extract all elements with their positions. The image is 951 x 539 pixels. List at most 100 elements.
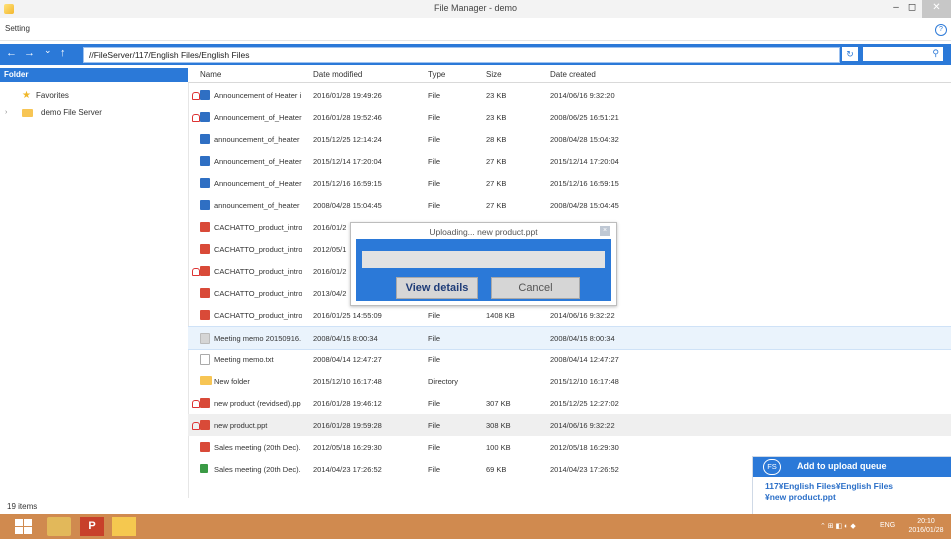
menu-setting[interactable]: Setting xyxy=(5,24,30,33)
column-header-date[interactable]: Date modified xyxy=(313,70,362,79)
cell-name: CACHATTO_product_intro xyxy=(214,245,302,254)
lock-icon xyxy=(192,268,200,276)
cell-date: 2008/04/28 15:04:45 xyxy=(313,201,382,210)
cell-type: File xyxy=(428,399,441,408)
table-row[interactable]: Meeting memo 20150916. 2008/04/15 8:00:34… xyxy=(188,326,951,350)
powerpoint-icon[interactable]: P xyxy=(80,517,104,536)
cancel-button[interactable]: Cancel xyxy=(491,277,580,299)
expand-arrow-icon[interactable]: › xyxy=(5,105,7,121)
table-row[interactable]: Announcement_of_Heater 2015/12/16 16:59:1… xyxy=(188,172,951,194)
table-row[interactable]: Sales meeting (20th Dec). 2012/05/18 16:2… xyxy=(188,436,951,458)
column-header-type[interactable]: Type xyxy=(428,70,445,79)
file-icon xyxy=(200,464,208,473)
cell-type: File xyxy=(428,311,441,320)
file-icon xyxy=(200,112,210,122)
cell-size: 27 KB xyxy=(486,157,507,166)
table-row[interactable]: new product.ppt 2016/01/28 19:59:28 File 30… xyxy=(188,414,951,436)
cell-type: File xyxy=(428,179,441,188)
sidebar-item-demo-file-server[interactable]: › demo File Server xyxy=(0,105,188,121)
cell-name: Sales meeting (20th Dec). xyxy=(214,465,301,474)
taskbar: P ⌃ ⊞ ◧ ◐ ◆ ENG 20:10 2016/01/28 xyxy=(0,514,951,539)
cell-name: Meeting memo 20150916. xyxy=(214,334,302,343)
windows-start-icon[interactable] xyxy=(12,517,36,536)
back-button[interactable]: ← xyxy=(6,47,17,59)
table-row[interactable]: Meeting memo.txt 2008/04/14 12:47:27 File 2… xyxy=(188,348,951,370)
table-row[interactable]: announcement_of_heater 2015/12/25 12:14:2… xyxy=(188,128,951,150)
upload-dialog-title: Uploading... new product.ppt xyxy=(429,227,538,237)
cell-type: File xyxy=(428,157,441,166)
file-icon xyxy=(200,156,210,166)
column-header-created[interactable]: Date created xyxy=(550,70,596,79)
cell-size: 1408 KB xyxy=(486,311,515,320)
cell-size: 307 KB xyxy=(486,399,511,408)
forward-button[interactable]: → xyxy=(24,47,35,59)
system-tray-icons[interactable]: ⌃ ⊞ ◧ ◐ ◆ xyxy=(820,522,856,530)
table-row[interactable]: Announcement_of_Heater 2016/01/28 19:52:4… xyxy=(188,106,951,128)
cell-created: 2008/04/15 8:00:34 xyxy=(550,334,615,343)
cell-name: Meeting memo.txt xyxy=(214,355,274,364)
cell-date: 2016/01/28 19:46:12 xyxy=(313,399,382,408)
cell-name: New folder xyxy=(214,377,250,386)
file-explorer-icon[interactable] xyxy=(47,517,71,536)
cell-size: 23 KB xyxy=(486,113,507,122)
upload-dialog-body: View details Cancel xyxy=(356,239,611,301)
minimize-button[interactable]: – xyxy=(888,0,904,18)
table-row[interactable]: new product (revidsed).pp 2016/01/28 19:4… xyxy=(188,392,951,414)
column-headers: Name Date modified Type Size Date create… xyxy=(188,68,951,83)
table-row[interactable]: announcement_of_heater 2008/04/28 15:04:4… xyxy=(188,194,951,216)
language-indicator[interactable]: ENG xyxy=(880,522,895,529)
cell-date: 2015/12/25 12:14:24 xyxy=(313,135,382,144)
close-button[interactable]: ✕ xyxy=(922,0,951,18)
cell-type: File xyxy=(428,135,441,144)
cell-size: 28 KB xyxy=(486,135,507,144)
upload-dialog: Uploading... new product.ppt × View deta… xyxy=(350,222,617,306)
view-details-button[interactable]: View details xyxy=(396,277,478,299)
cell-type: File xyxy=(428,443,441,452)
folder-taskbar-icon[interactable] xyxy=(112,517,136,536)
cell-created: 2015/12/25 12:27:02 xyxy=(550,399,619,408)
refresh-button[interactable]: ↻ xyxy=(842,47,858,61)
search-icon[interactable]: ⚲ xyxy=(932,48,939,59)
cell-name: CACHATTO_product_intro xyxy=(214,267,302,276)
notification-header: FS Add to upload queue xyxy=(753,457,951,477)
history-dropdown-button[interactable]: ⌄ xyxy=(44,45,52,56)
cell-name: CACHATTO_product_intro xyxy=(214,289,302,298)
file-icon xyxy=(200,266,210,276)
file-icon xyxy=(200,398,210,408)
cell-type: File xyxy=(428,465,441,474)
file-icon xyxy=(200,310,210,320)
table-row[interactable]: New folder 2015/12/10 16:17:48 Directory 20… xyxy=(188,370,951,392)
clock[interactable]: 20:10 2016/01/28 xyxy=(906,517,946,535)
address-field[interactable]: //FileServer/117/English Files/English F… xyxy=(83,47,840,63)
search-input[interactable]: ⚲ xyxy=(863,47,943,61)
cell-date: 2015/12/16 16:59:15 xyxy=(313,179,382,188)
up-button[interactable]: ↑ xyxy=(60,47,66,59)
file-icon xyxy=(200,244,210,254)
help-icon[interactable]: ? xyxy=(935,24,947,36)
cell-date: 2016/01/28 19:52:46 xyxy=(313,113,382,122)
table-row[interactable]: Announcement_of_Heater 2015/12/14 17:20:0… xyxy=(188,150,951,172)
lock-icon xyxy=(192,92,200,100)
cell-date: 2008/04/15 8:00:34 xyxy=(313,334,378,343)
table-row[interactable]: CACHATTO_product_intro 2016/01/25 14:55:0… xyxy=(188,304,951,326)
file-icon xyxy=(200,288,210,298)
column-header-size[interactable]: Size xyxy=(486,70,502,79)
cell-date: 2015/12/14 17:20:04 xyxy=(313,157,382,166)
cell-name: announcement_of_heater xyxy=(214,135,300,144)
cell-type: Directory xyxy=(428,377,459,386)
cell-size: 27 KB xyxy=(486,179,507,188)
cell-created: 2012/05/18 16:29:30 xyxy=(550,443,619,452)
column-header-name[interactable]: Name xyxy=(200,70,221,79)
cell-size: 308 KB xyxy=(486,421,511,430)
file-icon xyxy=(200,420,210,430)
table-row[interactable]: Announcement of Heater i 2016/01/28 19:49… xyxy=(188,84,951,106)
cell-date: 2012/05/18 16:29:30 xyxy=(313,443,382,452)
sidebar-item-favorites[interactable]: ★ Favorites xyxy=(0,88,188,104)
maximize-button[interactable]: ◻ xyxy=(904,0,920,18)
cell-created: 2008/04/28 15:04:45 xyxy=(550,201,619,210)
file-icon xyxy=(200,134,210,144)
upload-queue-notification[interactable]: FS Add to upload queue 117¥English Files… xyxy=(752,456,951,516)
cell-created: 2008/04/28 15:04:32 xyxy=(550,135,619,144)
upload-progress-bar xyxy=(362,251,605,268)
dialog-close-button[interactable]: × xyxy=(600,226,610,236)
